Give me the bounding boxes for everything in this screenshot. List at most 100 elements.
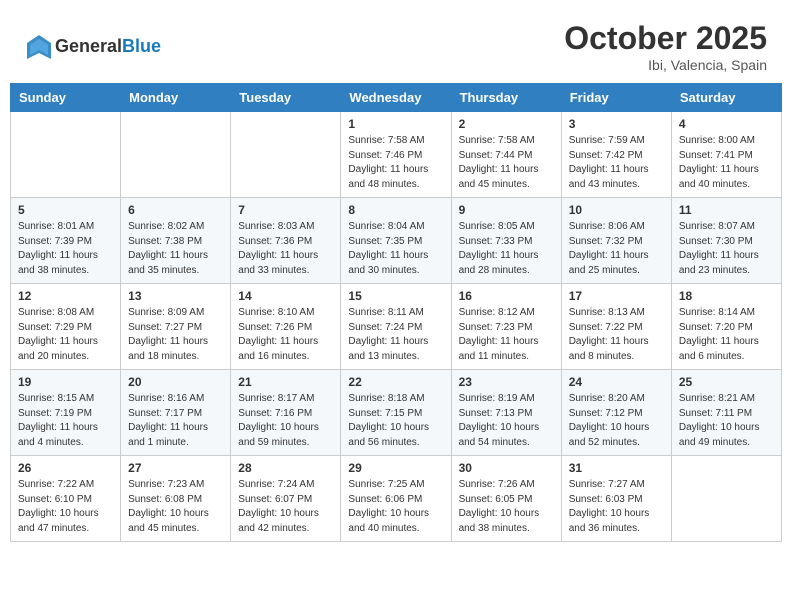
calendar-cell: 29Sunrise: 7:25 AM Sunset: 6:06 PM Dayli… xyxy=(341,456,451,542)
day-info: Sunrise: 8:04 AM Sunset: 7:35 PM Dayligh… xyxy=(348,220,443,278)
weekday-header: Thursday xyxy=(451,84,561,112)
day-number: 14 xyxy=(238,289,333,303)
day-number: 28 xyxy=(238,461,333,475)
day-number: 4 xyxy=(679,117,774,131)
weekday-header: Wednesday xyxy=(341,84,451,112)
day-number: 3 xyxy=(569,117,664,131)
calendar-week-row: 12Sunrise: 8:08 AM Sunset: 7:29 PM Dayli… xyxy=(11,284,782,370)
day-number: 19 xyxy=(18,375,113,389)
logo: GeneralBlue xyxy=(25,33,161,61)
calendar-cell: 15 Sunrise: 8:11 AM Sunset: 7:24 PM Dayli… xyxy=(341,284,451,370)
calendar-cell: 11 Sunrise: 8:07 AM Sunset: 7:30 PM Dayli… xyxy=(671,198,781,284)
calendar-cell: 17Sunrise: 8:13 AM Sunset: 7:22 PM Dayli… xyxy=(561,284,671,370)
day-info: Sunrise: 7:23 AM Sunset: 6:08 PM Dayligh… xyxy=(128,478,223,536)
calendar-cell xyxy=(121,112,231,198)
calendar-cell: 19 Sunrise: 8:15 AM Sunset: 7:19 PM Dayli… xyxy=(11,370,121,456)
calendar-cell: 31 Sunrise: 7:27 AM Sunset: 6:03 PM Dayli… xyxy=(561,456,671,542)
day-number: 13 xyxy=(128,289,223,303)
calendar-cell: 9Sunrise: 8:05 AM Sunset: 7:33 PM Daylig… xyxy=(451,198,561,284)
weekday-row: SundayMondayTuesdayWednesdayThursdayFrid… xyxy=(11,84,782,112)
weekday-header: Monday xyxy=(121,84,231,112)
calendar-cell: 23Sunrise: 8:19 AM Sunset: 7:13 PM Dayli… xyxy=(451,370,561,456)
day-info: Sunrise: 7:58 AM Sunset: 7:46 PM Dayligh… xyxy=(348,134,443,192)
day-number: 30 xyxy=(459,461,554,475)
calendar-cell: 20Sunrise: 8:16 AM Sunset: 7:17 PM Dayli… xyxy=(121,370,231,456)
day-number: 17 xyxy=(569,289,664,303)
day-info: Sunrise: 8:20 AM Sunset: 7:12 PM Dayligh… xyxy=(569,392,664,450)
calendar-cell xyxy=(231,112,341,198)
day-info: Sunrise: 8:01 AM Sunset: 7:39 PM Dayligh… xyxy=(18,220,113,278)
weekday-header: Friday xyxy=(561,84,671,112)
day-info: Sunrise: 7:26 AM Sunset: 6:05 PM Dayligh… xyxy=(459,478,554,536)
calendar-cell xyxy=(671,456,781,542)
calendar-cell: 3 Sunrise: 7:59 AM Sunset: 7:42 PM Daylig… xyxy=(561,112,671,198)
day-info: Sunrise: 7:25 AM Sunset: 6:06 PM Dayligh… xyxy=(348,478,443,536)
day-number: 1 xyxy=(348,117,443,131)
calendar-cell: 2 Sunrise: 7:58 AM Sunset: 7:44 PM Daylig… xyxy=(451,112,561,198)
day-info: Sunrise: 8:11 AM Sunset: 7:24 PM Dayligh… xyxy=(348,306,443,364)
calendar-week-row: 26 Sunrise: 7:22 AM Sunset: 6:10 PM Dayli… xyxy=(11,456,782,542)
calendar-cell: 14 Sunrise: 8:10 AM Sunset: 7:26 PM Dayli… xyxy=(231,284,341,370)
month-title: October 2025 xyxy=(564,20,767,57)
day-number: 22 xyxy=(348,375,443,389)
calendar-cell: 7 Sunrise: 8:03 AM Sunset: 7:36 PM Daylig… xyxy=(231,198,341,284)
day-info: Sunrise: 8:17 AM Sunset: 7:16 PM Dayligh… xyxy=(238,392,333,450)
day-info: Sunrise: 8:07 AM Sunset: 7:30 PM Dayligh… xyxy=(679,220,774,278)
logo-icon xyxy=(25,33,53,61)
logo-general-text: General xyxy=(55,36,122,56)
calendar-body: 1 Sunrise: 7:58 AM Sunset: 7:46 PM Daylig… xyxy=(11,112,782,542)
day-number: 24 xyxy=(569,375,664,389)
day-info: Sunrise: 8:00 AM Sunset: 7:41 PM Dayligh… xyxy=(679,134,774,192)
day-info: Sunrise: 7:27 AM Sunset: 6:03 PM Dayligh… xyxy=(569,478,664,536)
day-number: 12 xyxy=(18,289,113,303)
weekday-header: Saturday xyxy=(671,84,781,112)
day-number: 2 xyxy=(459,117,554,131)
day-number: 8 xyxy=(348,203,443,217)
day-info: Sunrise: 8:06 AM Sunset: 7:32 PM Dayligh… xyxy=(569,220,664,278)
calendar-week-row: 1 Sunrise: 7:58 AM Sunset: 7:46 PM Daylig… xyxy=(11,112,782,198)
calendar-cell: 27Sunrise: 7:23 AM Sunset: 6:08 PM Dayli… xyxy=(121,456,231,542)
location-subtitle: Ibi, Valencia, Spain xyxy=(564,57,767,73)
day-number: 11 xyxy=(679,203,774,217)
day-info: Sunrise: 8:18 AM Sunset: 7:15 PM Dayligh… xyxy=(348,392,443,450)
day-number: 16 xyxy=(459,289,554,303)
day-number: 9 xyxy=(459,203,554,217)
logo-blue-text: Blue xyxy=(122,36,161,56)
day-info: Sunrise: 8:10 AM Sunset: 7:26 PM Dayligh… xyxy=(238,306,333,364)
day-info: Sunrise: 8:14 AM Sunset: 7:20 PM Dayligh… xyxy=(679,306,774,364)
day-number: 18 xyxy=(679,289,774,303)
day-number: 6 xyxy=(128,203,223,217)
calendar-cell: 16Sunrise: 8:12 AM Sunset: 7:23 PM Dayli… xyxy=(451,284,561,370)
day-number: 31 xyxy=(569,461,664,475)
calendar-cell: 24 Sunrise: 8:20 AM Sunset: 7:12 PM Dayli… xyxy=(561,370,671,456)
day-info: Sunrise: 7:22 AM Sunset: 6:10 PM Dayligh… xyxy=(18,478,113,536)
day-info: Sunrise: 7:24 AM Sunset: 6:07 PM Dayligh… xyxy=(238,478,333,536)
weekday-header: Tuesday xyxy=(231,84,341,112)
weekday-header: Sunday xyxy=(11,84,121,112)
day-info: Sunrise: 7:58 AM Sunset: 7:44 PM Dayligh… xyxy=(459,134,554,192)
calendar-cell: 12Sunrise: 8:08 AM Sunset: 7:29 PM Dayli… xyxy=(11,284,121,370)
day-number: 10 xyxy=(569,203,664,217)
calendar-cell: 30 Sunrise: 7:26 AM Sunset: 6:05 PM Dayli… xyxy=(451,456,561,542)
calendar-cell: 8 Sunrise: 8:04 AM Sunset: 7:35 PM Daylig… xyxy=(341,198,451,284)
calendar-week-row: 5 Sunrise: 8:01 AM Sunset: 7:39 PM Daylig… xyxy=(11,198,782,284)
day-info: Sunrise: 8:02 AM Sunset: 7:38 PM Dayligh… xyxy=(128,220,223,278)
calendar-cell: 26 Sunrise: 7:22 AM Sunset: 6:10 PM Dayli… xyxy=(11,456,121,542)
day-info: Sunrise: 8:03 AM Sunset: 7:36 PM Dayligh… xyxy=(238,220,333,278)
calendar-cell: 5 Sunrise: 8:01 AM Sunset: 7:39 PM Daylig… xyxy=(11,198,121,284)
calendar-cell: 18 Sunrise: 8:14 AM Sunset: 7:20 PM Dayli… xyxy=(671,284,781,370)
day-number: 20 xyxy=(128,375,223,389)
calendar-cell: 6 Sunrise: 8:02 AM Sunset: 7:38 PM Daylig… xyxy=(121,198,231,284)
day-info: Sunrise: 8:19 AM Sunset: 7:13 PM Dayligh… xyxy=(459,392,554,450)
day-number: 7 xyxy=(238,203,333,217)
calendar-cell: 25Sunrise: 8:21 AM Sunset: 7:11 PM Dayli… xyxy=(671,370,781,456)
day-info: Sunrise: 8:15 AM Sunset: 7:19 PM Dayligh… xyxy=(18,392,113,450)
page-header: GeneralBlue October 2025 Ibi, Valencia, … xyxy=(10,10,782,78)
calendar-cell: 4 Sunrise: 8:00 AM Sunset: 7:41 PM Daylig… xyxy=(671,112,781,198)
day-number: 5 xyxy=(18,203,113,217)
calendar-cell: 22 Sunrise: 8:18 AM Sunset: 7:15 PM Dayli… xyxy=(341,370,451,456)
day-number: 15 xyxy=(348,289,443,303)
day-number: 26 xyxy=(18,461,113,475)
day-info: Sunrise: 7:59 AM Sunset: 7:42 PM Dayligh… xyxy=(569,134,664,192)
calendar-table: SundayMondayTuesdayWednesdayThursdayFrid… xyxy=(10,83,782,542)
